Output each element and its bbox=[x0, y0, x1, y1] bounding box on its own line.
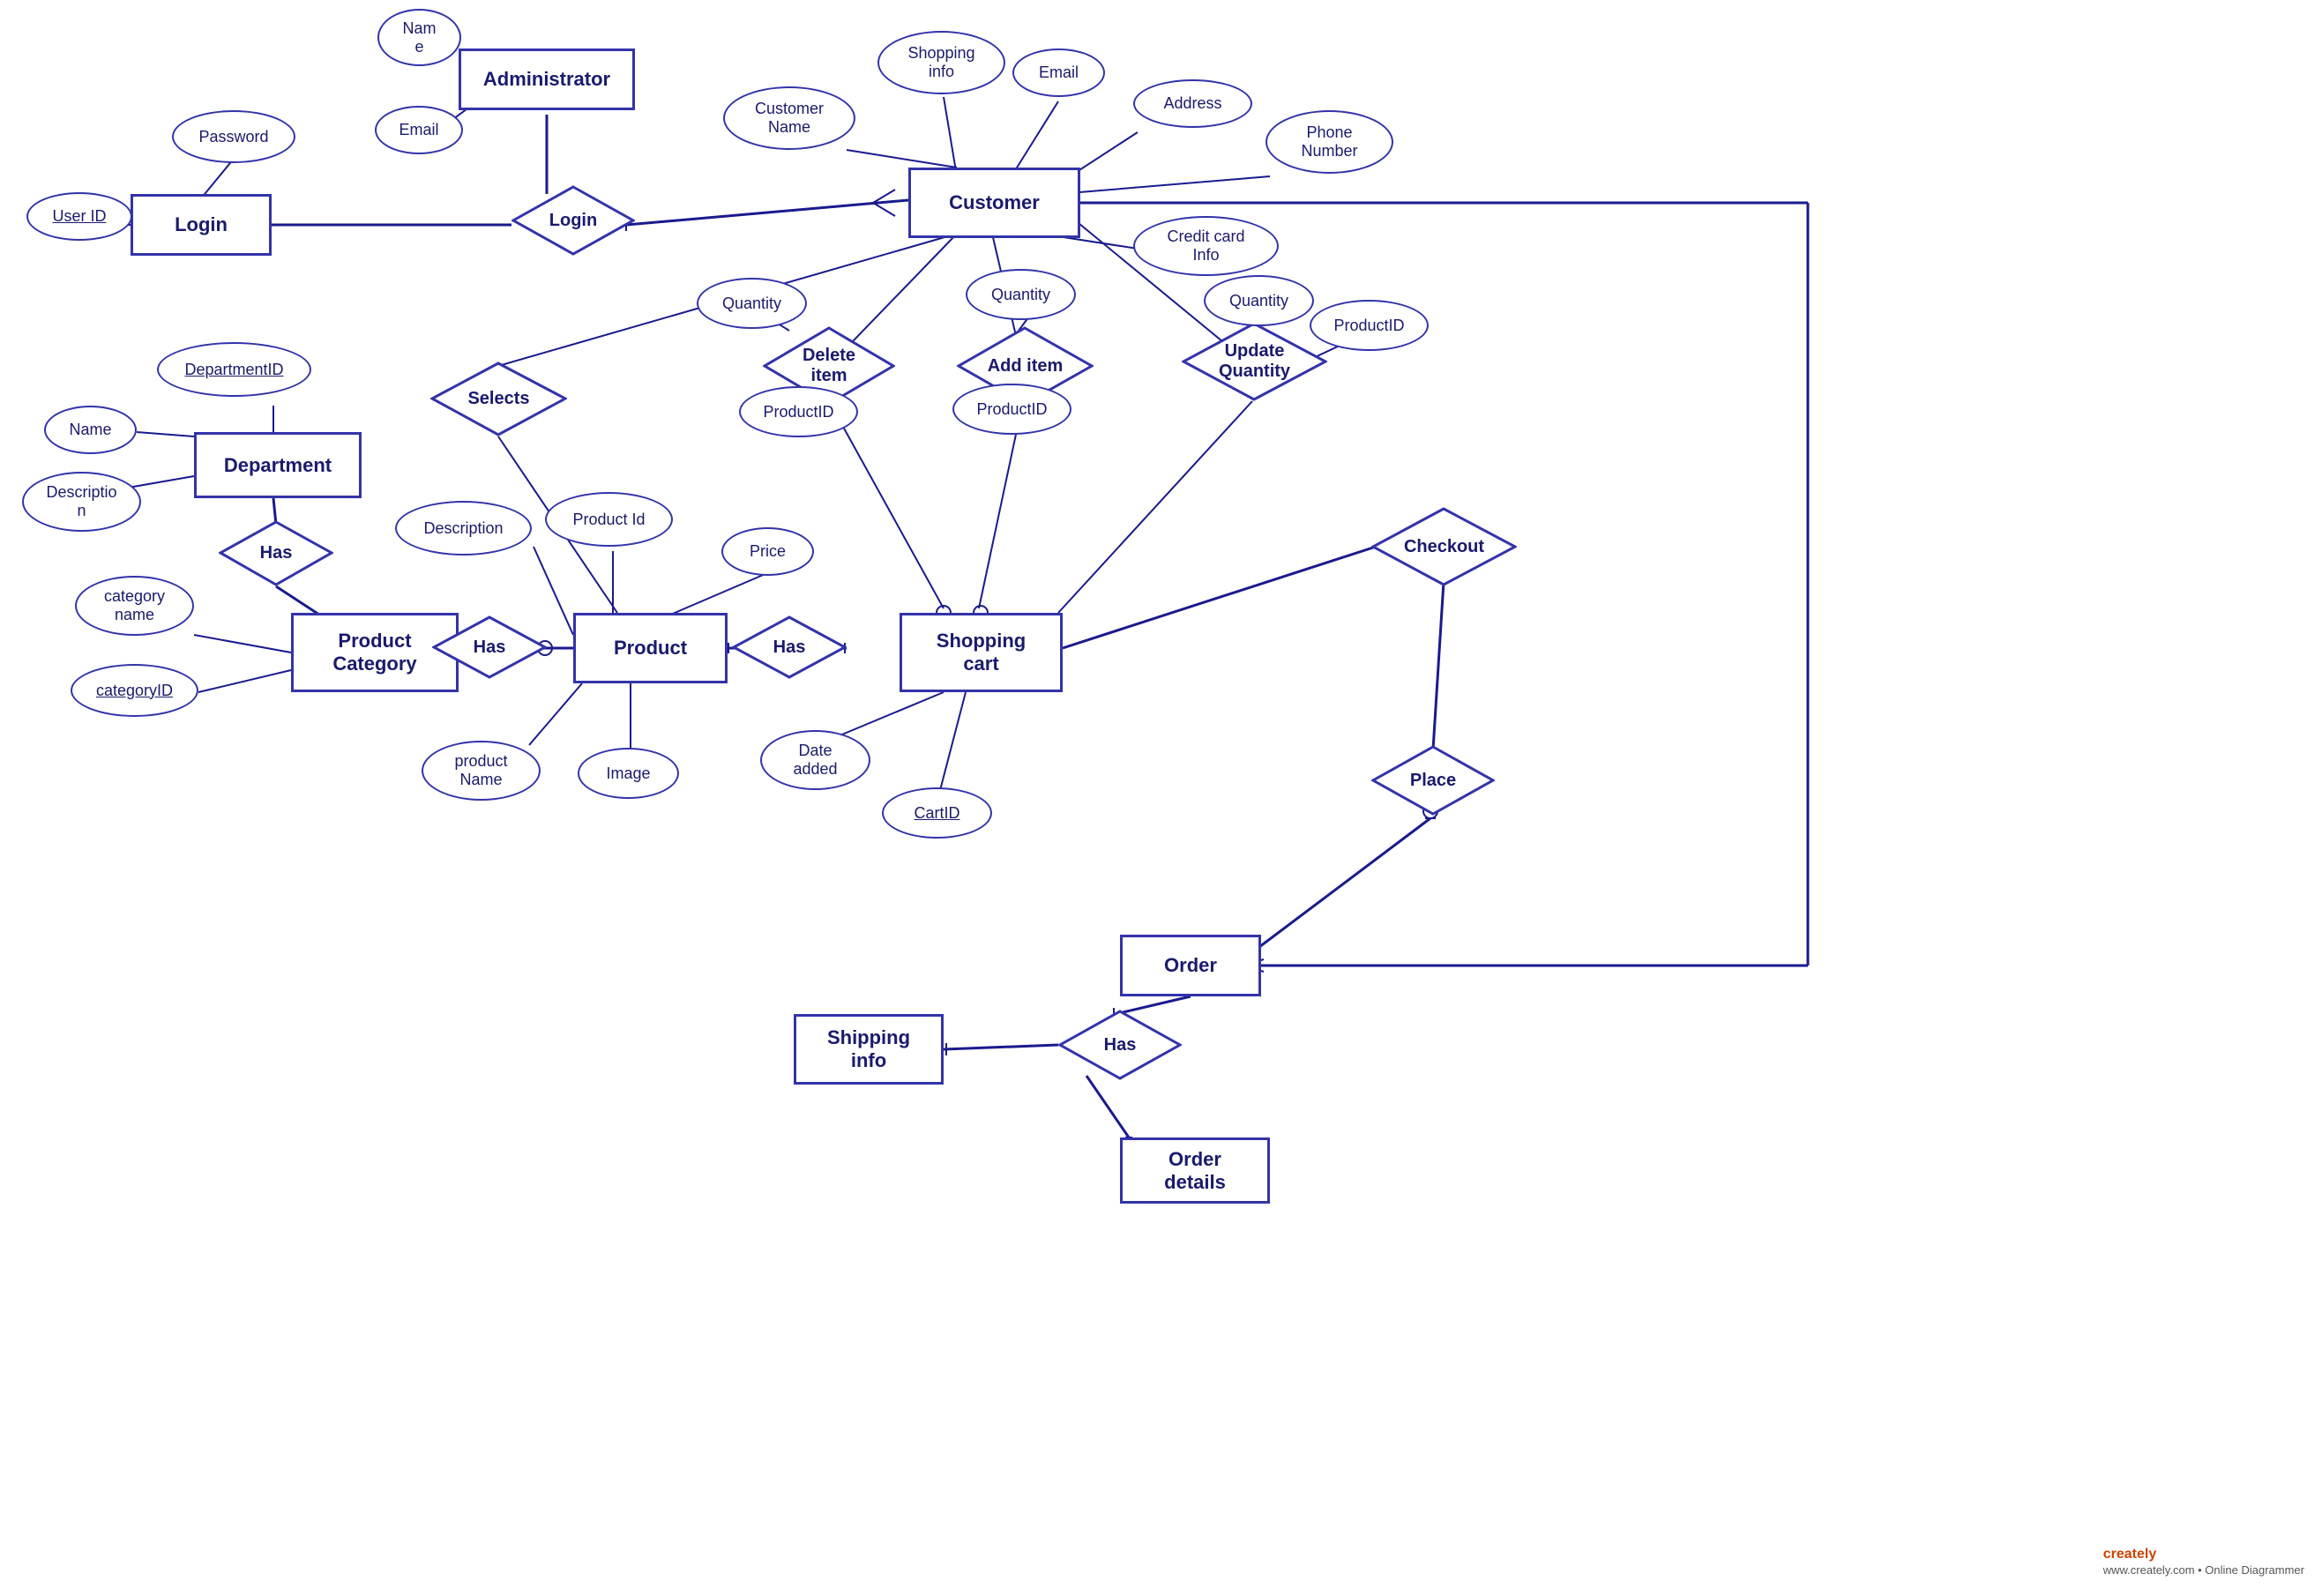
product-entity: Product bbox=[573, 613, 728, 683]
department-entity: Department bbox=[194, 432, 362, 498]
quantity-update-attribute: Quantity bbox=[1204, 275, 1314, 326]
admin-email-attribute: Email bbox=[375, 106, 463, 154]
shipping-info-entity: Shippinginfo bbox=[794, 1014, 944, 1085]
user-id-attribute: User ID bbox=[26, 192, 132, 241]
watermark: creately www.creately.com • Online Diagr… bbox=[2103, 1547, 2304, 1578]
order-details-entity: Orderdetails bbox=[1120, 1137, 1270, 1204]
er-diagram: Login Administrator Login Customer Depar… bbox=[0, 0, 2322, 1596]
has-dept-relationship: Has bbox=[219, 520, 333, 586]
credit-card-attribute: Credit cardInfo bbox=[1133, 216, 1279, 276]
password-attribute: Password bbox=[172, 110, 295, 163]
quantity-add-attribute: Quantity bbox=[966, 269, 1076, 320]
customer-entity: Customer bbox=[908, 168, 1080, 238]
description-attribute: Description bbox=[395, 501, 532, 556]
order-entity: Order bbox=[1120, 935, 1261, 996]
phone-number-attribute: PhoneNumber bbox=[1266, 110, 1393, 174]
customer-email-attribute: Email bbox=[1012, 48, 1105, 97]
admin-name-attribute: Name bbox=[377, 9, 461, 66]
login-relationship: Login bbox=[511, 185, 635, 256]
dept-description-attribute: Description bbox=[22, 472, 141, 532]
has-product-relationship: Has bbox=[732, 615, 847, 679]
selects-relationship: Selects bbox=[430, 362, 567, 436]
place-relationship: Place bbox=[1371, 745, 1495, 816]
update-quantity-relationship: UpdateQuantity bbox=[1182, 322, 1327, 401]
quantity-delete-attribute: Quantity bbox=[697, 278, 807, 329]
category-id-attribute: categoryID bbox=[71, 664, 198, 717]
productid-add-attribute: ProductID bbox=[952, 384, 1071, 435]
shopping-info-attribute: Shoppinginfo bbox=[877, 31, 1005, 94]
product-name-attribute: productName bbox=[422, 741, 541, 801]
productid-delete-attribute: ProductID bbox=[739, 386, 858, 437]
checkout-relationship: Checkout bbox=[1371, 507, 1517, 586]
dept-name-attribute: Name bbox=[44, 406, 137, 454]
category-name-attribute: categoryname bbox=[75, 576, 194, 636]
productid-update-attribute: ProductID bbox=[1310, 300, 1429, 351]
shopping-cart-entity: Shoppingcart bbox=[900, 613, 1063, 692]
address-attribute: Address bbox=[1133, 79, 1252, 128]
price-attribute: Price bbox=[721, 527, 814, 576]
product-id-attr-attribute: Product Id bbox=[545, 492, 673, 547]
cart-id-attribute: CartID bbox=[882, 787, 992, 839]
has-cat-relationship: Has bbox=[432, 615, 547, 679]
customer-name-attribute: CustomerName bbox=[723, 86, 855, 150]
user-entity: Login bbox=[131, 194, 272, 256]
has-order-relationship: Has bbox=[1058, 1010, 1182, 1080]
department-id-attribute: DepartmentID bbox=[157, 342, 311, 397]
image-attribute: Image bbox=[578, 748, 679, 799]
date-added-attribute: Dateadded bbox=[760, 730, 870, 790]
administrator-entity: Administrator bbox=[459, 48, 635, 110]
